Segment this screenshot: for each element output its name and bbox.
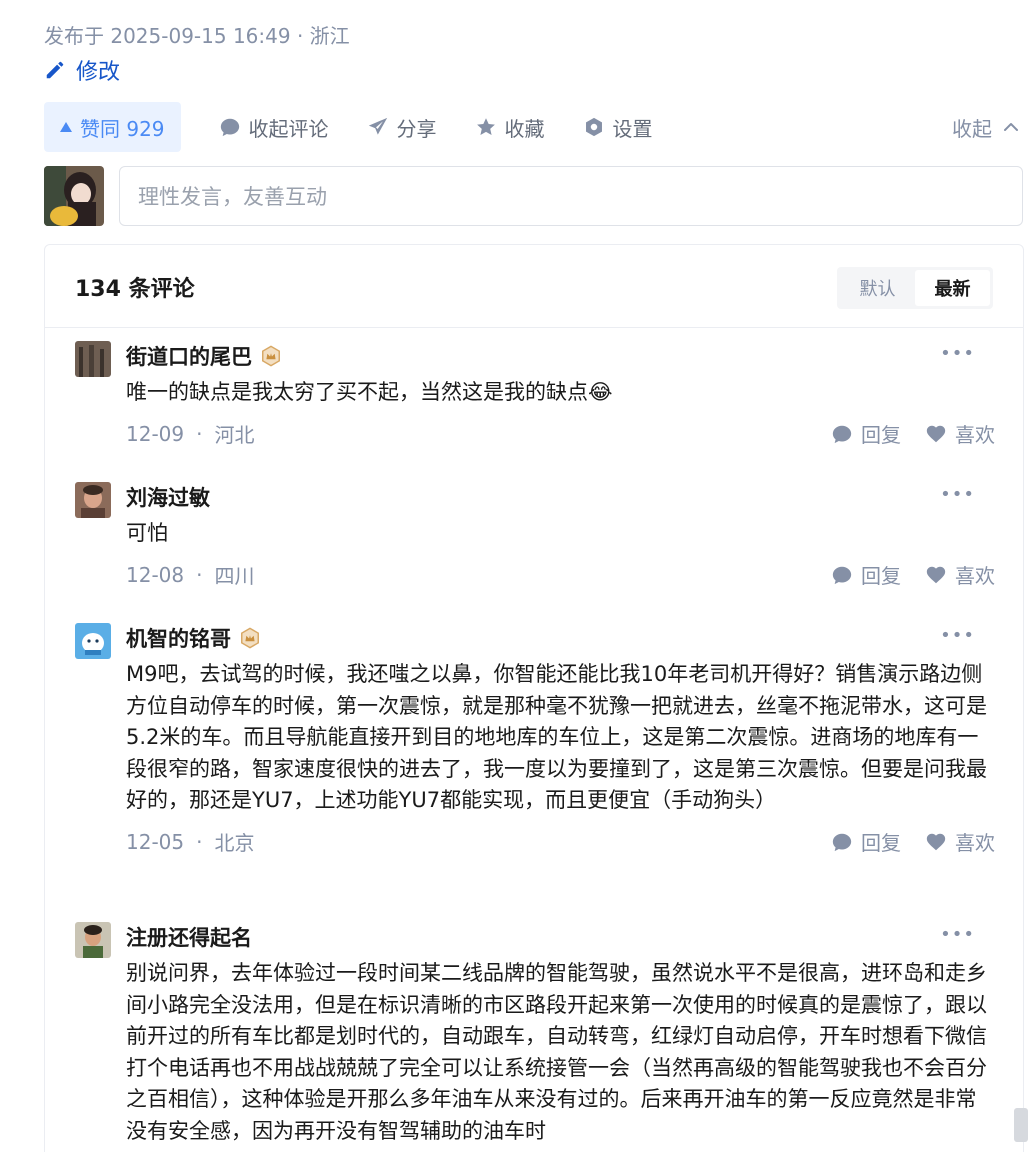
like-label: 喜欢 <box>955 831 995 855</box>
collapse-label: 收起 <box>952 116 992 141</box>
separator-dot: · <box>196 562 203 587</box>
separator-dot: · <box>196 421 203 446</box>
scrollbar-thumb[interactable] <box>1014 1108 1028 1142</box>
author-name: 街道口的尾巴 <box>126 345 252 369</box>
crown-badge-icon <box>241 627 259 649</box>
avatar[interactable] <box>75 341 111 377</box>
comment-location: 四川 <box>214 564 255 588</box>
collapse-comments-label: 收起评论 <box>248 116 329 141</box>
comment-count: 134 条评论 <box>75 277 195 302</box>
author-name: 刘海过敏 <box>126 486 210 510</box>
share-button[interactable]: 分享 <box>367 113 437 142</box>
heart-icon <box>926 833 946 850</box>
more-options-icon[interactable]: ••• <box>940 924 975 945</box>
like-button[interactable]: 喜欢 <box>925 419 995 448</box>
separator-dot: · <box>196 829 203 854</box>
favorite-label: 收藏 <box>504 116 545 141</box>
current-user-avatar <box>44 166 104 226</box>
like-button[interactable]: 喜欢 <box>925 827 995 856</box>
comment-bubble-icon <box>220 118 239 137</box>
comment-author[interactable]: 机智的铭哥 <box>126 623 995 653</box>
comment-date: 12-08 <box>126 562 185 587</box>
comment-date: 12-05 <box>126 829 185 854</box>
settings-button[interactable]: 设置 <box>583 113 653 142</box>
comments-panel: 134 条评论 默认 最新 街道口的尾巴 ••• 唯一的缺点是我太穷了买不起，当… <box>44 244 1024 1152</box>
avatar[interactable] <box>75 623 111 659</box>
reply-label: 回复 <box>861 423 901 447</box>
collapse-button[interactable]: 收起 <box>952 113 1020 142</box>
heart-icon <box>926 425 946 442</box>
collapse-comments-button[interactable]: 收起评论 <box>219 113 329 142</box>
post-meta: 发布于 2025-09-15 16:49 · 浙江 <box>44 24 350 48</box>
heart-icon <box>926 566 946 583</box>
chevron-up-icon <box>1004 123 1018 131</box>
comments-header: 134 条评论 默认 最新 <box>45 245 1023 328</box>
share-label: 分享 <box>396 116 437 141</box>
action-bar: 赞同 929 收起评论 分享 收藏 设置 收起 <box>44 102 1020 152</box>
comment-author[interactable]: 街道口的尾巴 <box>126 341 995 371</box>
reply-bubble-icon <box>832 425 852 443</box>
reply-button[interactable]: 回复 <box>831 419 901 448</box>
upvote-button[interactable]: 赞同 929 <box>44 102 181 152</box>
upvote-triangle-icon <box>60 122 72 132</box>
author-name: 注册还得起名 <box>126 926 252 950</box>
sort-default-tab[interactable]: 默认 <box>840 270 915 306</box>
comment-footer: 12-05 · 北京 回复 喜欢 <box>126 825 995 859</box>
gear-icon <box>585 117 602 137</box>
pencil-icon <box>46 61 64 79</box>
comment-location: 北京 <box>214 831 255 855</box>
like-label: 喜欢 <box>955 564 995 588</box>
crown-badge-icon <box>262 345 280 367</box>
like-button[interactable]: 喜欢 <box>925 560 995 589</box>
more-options-icon[interactable]: ••• <box>940 625 975 646</box>
upvote-label: 赞同 929 <box>80 116 165 141</box>
comment-author[interactable]: 注册还得起名 <box>126 922 995 952</box>
comment-footer: 12-08 · 四川 回复 喜欢 <box>126 558 995 592</box>
comment-date: 12-09 <box>126 421 185 446</box>
avatar[interactable] <box>75 922 111 958</box>
edit-link[interactable]: 修改 <box>44 54 120 86</box>
comment-author[interactable]: 刘海过敏 <box>126 482 995 512</box>
comment-location: 河北 <box>214 423 255 447</box>
reply-label: 回复 <box>861 831 901 855</box>
avatar[interactable] <box>75 482 111 518</box>
sort-toggle: 默认 最新 <box>837 267 993 309</box>
comment-composer: 理性发言，友善互动 <box>44 166 1024 228</box>
favorite-button[interactable]: 收藏 <box>475 113 545 142</box>
comment-footer: 12-09 · 河北 回复 喜欢 <box>126 417 995 451</box>
reply-button[interactable]: 回复 <box>831 560 901 589</box>
comment-text: 别说问界，去年体验过一段时间某二线品牌的智能驾驶，虽然说水平不是很高，进环岛和走… <box>126 961 987 1143</box>
author-name: 机智的铭哥 <box>126 627 231 651</box>
like-label: 喜欢 <box>955 423 995 447</box>
sort-latest-tab[interactable]: 最新 <box>915 270 990 306</box>
comment-input[interactable]: 理性发言，友善互动 <box>119 166 1023 226</box>
reply-bubble-icon <box>832 833 852 851</box>
more-options-icon[interactable]: ••• <box>940 343 975 364</box>
answer-footer-page: 发布于 2025-09-15 16:49 · 浙江 修改 赞同 929 收起评论… <box>0 0 1034 1152</box>
comment-text: 唯一的缺点是我太穷了买不起，当然这是我的缺点😂 <box>126 380 613 404</box>
paper-plane-icon <box>368 117 387 135</box>
more-options-icon[interactable]: ••• <box>940 484 975 505</box>
edit-label: 修改 <box>76 60 121 85</box>
reply-button[interactable]: 回复 <box>831 827 901 856</box>
settings-label: 设置 <box>612 116 653 141</box>
comment-text: M9吧，去试驾的时候，我还嗤之以鼻，你智能还能比我10年老司机开得好？销售演示路… <box>126 662 987 812</box>
comment-text: 可怕 <box>126 521 168 545</box>
star-icon <box>476 118 495 135</box>
reply-label: 回复 <box>861 564 901 588</box>
reply-bubble-icon <box>832 566 852 584</box>
